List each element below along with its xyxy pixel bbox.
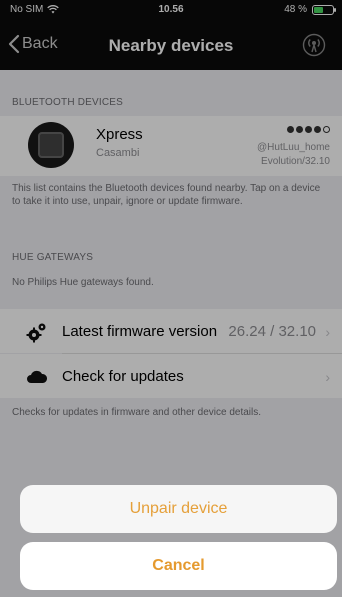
cancel-button[interactable]: Cancel [20,542,337,590]
unpair-device-button[interactable]: Unpair device [20,485,337,533]
